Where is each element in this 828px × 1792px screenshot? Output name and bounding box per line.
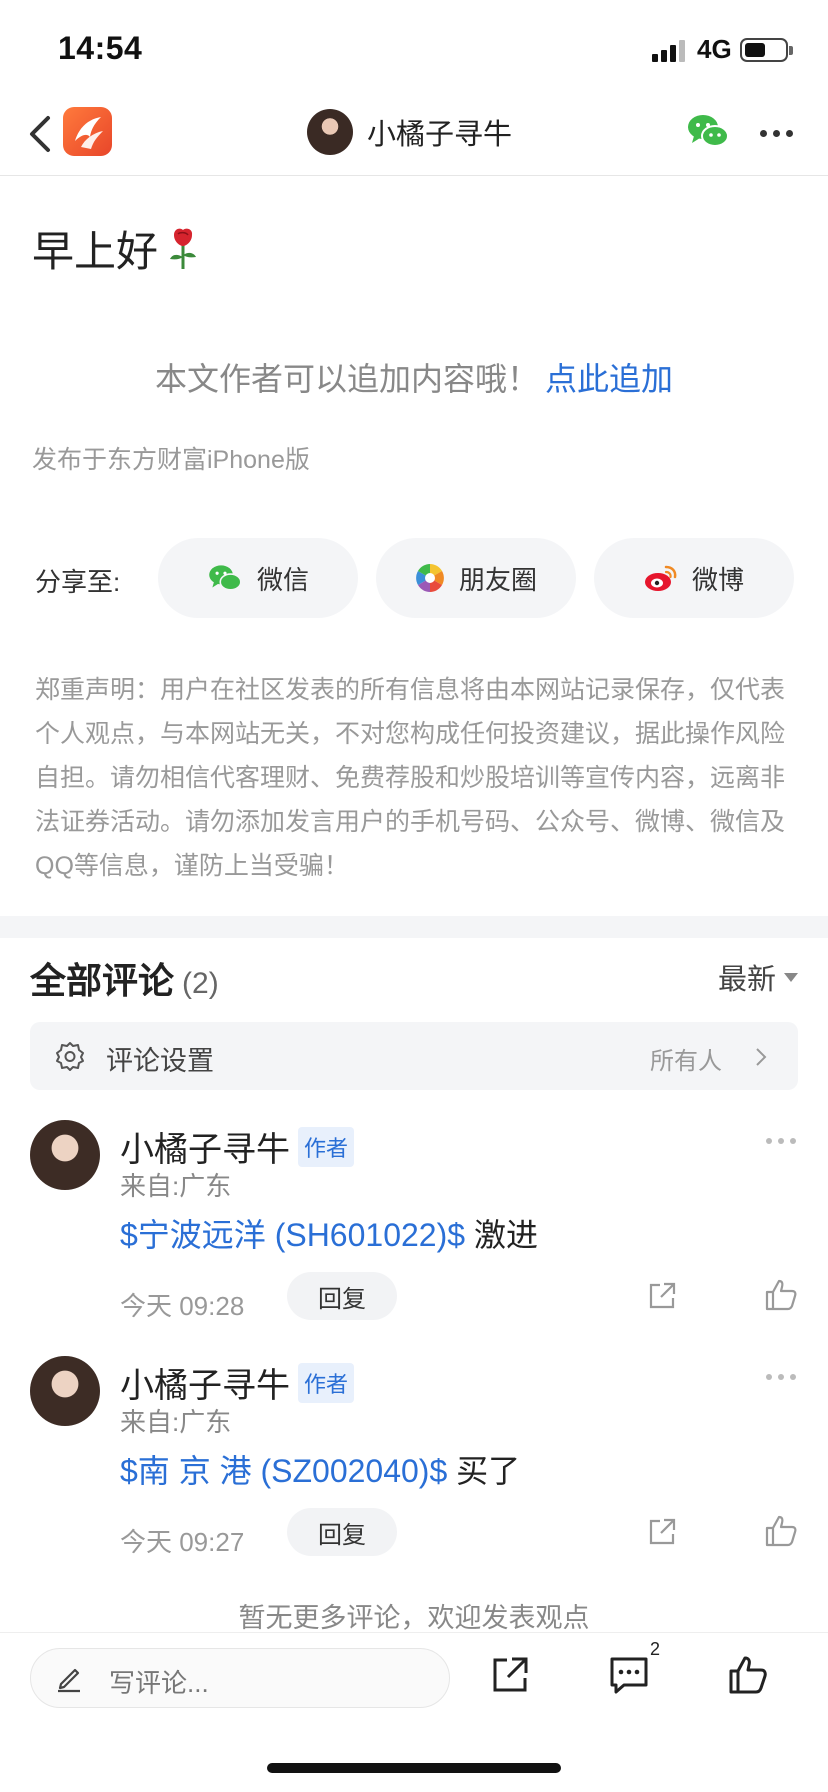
comments-title: 全部评论 [30, 960, 175, 1001]
sort-selector[interactable]: 最新 [718, 956, 798, 998]
more-options-icon[interactable] [760, 130, 794, 138]
reply-button[interactable]: 回复 [287, 1508, 397, 1556]
comment-author[interactable]: 小橘子寻牛 作者 [120, 1122, 355, 1171]
share-icon[interactable] [646, 1516, 678, 1548]
share-icon[interactable] [490, 1655, 530, 1695]
author-badge: 作者 [298, 1126, 355, 1167]
author-badge: 作者 [298, 1362, 355, 1403]
comment-author-name: 小橘子寻牛 [120, 1131, 290, 1169]
back-icon[interactable] [26, 112, 56, 156]
network-label: 4G [697, 34, 732, 64]
comments-count-badge: 2 [650, 1639, 661, 1659]
comment-settings-value: 所有人 [650, 1048, 722, 1075]
avatar[interactable] [307, 109, 353, 155]
share-wechat-button[interactable]: 微信 [158, 538, 358, 618]
avatar[interactable] [30, 1120, 100, 1190]
wechat-share-icon[interactable] [686, 112, 730, 150]
rose-emoji-icon [170, 228, 197, 269]
comment-time: 今天 09:28 [120, 1291, 245, 1321]
share-wechat-label: 微信 [256, 564, 309, 595]
append-content-row: 本文作者可以追加内容哦！ 点此追加 [0, 354, 828, 400]
share-row: 分享至: 微信 朋友圈 微博 [0, 538, 828, 618]
gear-icon [56, 1042, 84, 1071]
pencil-icon [58, 1668, 80, 1693]
comment-location: 来自:广东 [120, 1171, 232, 1201]
comment-settings-row[interactable]: 评论设置 所有人 [30, 1022, 798, 1090]
comment-body: $宁波远洋 (SH601022)$ 激进 [120, 1210, 538, 1256]
cellular-signal-icon [652, 40, 688, 62]
thumbs-up-icon[interactable] [728, 1655, 768, 1695]
comment-input[interactable]: 写评论... [30, 1648, 450, 1708]
more-options-icon[interactable] [766, 1374, 796, 1380]
reply-button[interactable]: 回复 [287, 1272, 397, 1320]
post-title: 早上好 [32, 218, 200, 279]
comment-location: 来自:广东 [120, 1407, 232, 1437]
comment-settings-label: 评论设置 [106, 1046, 214, 1076]
home-indicator [267, 1763, 561, 1773]
comment-body: $南 京 港 (SZ002040)$ 买了 [120, 1446, 520, 1492]
thumbs-up-icon[interactable] [764, 1514, 798, 1548]
share-moments-button[interactable]: 朋友圈 [376, 538, 576, 618]
comments-header: 全部评论 (2) 最新 [30, 952, 798, 1002]
disclaimer: 郑重声明：用户在社区发表的所有信息将由本网站记录保存，仅代表个人观点，与本网站无… [35, 676, 786, 880]
nav-author[interactable]: 小橘子寻牛 [307, 107, 512, 157]
weibo-icon [644, 565, 677, 591]
comments-count: (2) [182, 967, 219, 1000]
publish-source: 发布于东方财富iPhone版 [32, 446, 310, 474]
share-weibo-button[interactable]: 微博 [594, 538, 794, 618]
append-content-link[interactable]: 点此追加 [545, 361, 673, 397]
comment-author[interactable]: 小橘子寻牛 作者 [120, 1358, 355, 1407]
comment-text: 激进 [473, 1217, 538, 1253]
post-title-text: 早上好 [32, 228, 159, 275]
moments-icon [416, 564, 444, 592]
share-icon[interactable] [646, 1280, 678, 1312]
comment-icon[interactable] [608, 1655, 650, 1695]
stock-link[interactable]: $南 京 港 (SZ002040)$ [120, 1453, 447, 1489]
bottom-bar: 写评论... 2 [0, 1632, 828, 1792]
app-logo-icon[interactable] [63, 107, 112, 156]
share-moments-label: 朋友圈 [458, 564, 537, 595]
nav-title: 小橘子寻牛 [367, 119, 513, 151]
comment-time: 今天 09:27 [120, 1527, 245, 1557]
comment-text: 买了 [456, 1453, 521, 1489]
comment-input-placeholder: 写评论... [109, 1668, 209, 1698]
no-more-comments: 暂无更多评论，欢迎发表观点 [238, 1603, 590, 1633]
append-hint: 本文作者可以追加内容哦！ [154, 361, 539, 397]
comment-author-name: 小橘子寻牛 [120, 1367, 290, 1405]
stock-link[interactable]: $宁波远洋 (SH601022)$ [120, 1217, 465, 1253]
comment-item: 小橘子寻牛 作者 来自:广东 $宁波远洋 (SH601022)$ 激进 今天 0… [0, 1120, 828, 1330]
share-label: 分享至: [35, 567, 121, 597]
more-options-icon[interactable] [766, 1138, 796, 1144]
avatar[interactable] [30, 1356, 100, 1426]
thumbs-up-icon[interactable] [764, 1278, 798, 1312]
section-divider [0, 916, 828, 938]
status-time: 14:54 [58, 30, 143, 66]
comment-item: 小橘子寻牛 作者 来自:广东 $南 京 港 (SZ002040)$ 买了 今天 … [0, 1356, 828, 1566]
caret-down-icon [784, 972, 798, 982]
wechat-icon [209, 565, 242, 591]
sort-label: 最新 [717, 964, 776, 996]
nav-bar: 小橘子寻牛 [0, 96, 828, 176]
battery-icon [740, 38, 793, 62]
share-weibo-label: 微博 [691, 564, 744, 595]
chevron-right-icon [756, 1048, 767, 1066]
status-bar: 14:54 4G [0, 0, 828, 96]
